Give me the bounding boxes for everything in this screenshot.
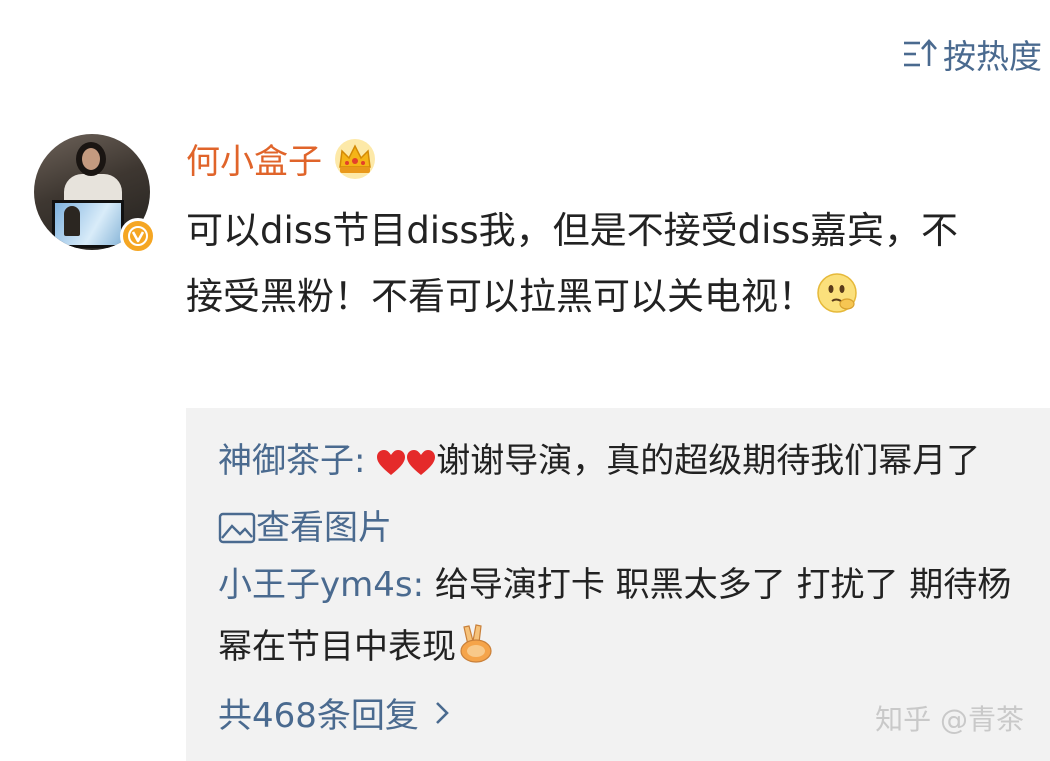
avatar-figure-face [82,148,100,170]
heart-icon [376,435,406,497]
reply-username[interactable]: 神御茶子 [218,441,354,481]
sort-toggle-button[interactable]: 按热度 [901,30,1042,78]
more-replies-link[interactable]: 共468条回复 [218,688,451,737]
sort-label: 按热度 [943,37,1042,76]
thinking-emoji-icon [815,270,859,336]
reply-item: 小王子ym4s: 给导演打卡 职黑太多了 打扰了 期待杨幂在节目中表现 [218,554,1018,683]
reply-text: 谢谢导演，真的超级期待我们幂月了 [436,441,981,481]
verified-v-icon [120,218,156,254]
avatar-screen-figure [64,206,80,236]
heart-icon [406,435,436,497]
view-image-label: 查看图片 [256,508,392,548]
chevron-right-icon [435,701,449,724]
comment-page: 按热度 何小盒子 可以diss节目diss我，但是不接受diss嘉宾，不接受黑粉… [0,0,1050,761]
avatar-screen [52,200,124,248]
reply-item: 神御茶子: 谢谢导演，真的超级期待我们幂月了 查看图片 [218,430,1018,564]
crown-icon [335,138,375,179]
comment-username[interactable]: 何小盒子 [186,134,322,183]
view-image-link[interactable]: 查看图片 [218,508,392,548]
comment-body: 可以diss节目diss我，但是不接受diss嘉宾，不接受黑粉！不看可以拉黑可以… [186,198,986,336]
more-replies-label: 共468条回复 [218,696,419,736]
watermark: 知乎 @青茶 [875,703,1024,736]
sort-icon [904,39,937,67]
victory-hand-emoji-icon [456,621,496,683]
reply-separator: : [354,441,366,481]
comment-header: 何小盒子 [186,134,378,183]
reply-username[interactable]: 小王子ym4s [218,565,413,605]
replies-panel: 神御茶子: 谢谢导演，真的超级期待我们幂月了 查看图片 小王子ym4s: 给导演… [186,408,1050,761]
reply-separator: : [412,565,425,605]
avatar[interactable] [34,134,156,254]
